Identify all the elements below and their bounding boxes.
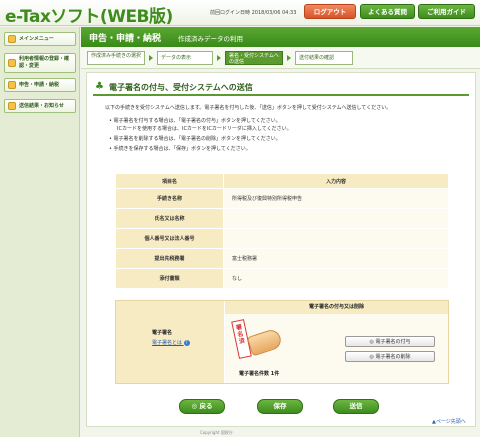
sidebar-item-label: 送信結果・お知らせ (19, 103, 64, 109)
table-header-row: 項目名 入力内容 (115, 173, 449, 189)
procedure-info-table: 項目名 入力内容 手続き名称 所得税及び復興特別所得税申告 氏名又は名称 個人番… (115, 173, 449, 289)
row-value: 所得税及び復興特別所得税申告 (223, 188, 449, 209)
table-row: 手続き名称 所得税及び復興特別所得税申告 (115, 188, 449, 209)
sidebar-item-user-info[interactable]: 利用者情報の登録・確認・変更 (4, 53, 76, 73)
table-row: 個人番号又は法人番号 (115, 228, 449, 249)
step-4: 送付結果の確認 (295, 51, 353, 65)
main-content: ♣ 電子署名の付与、受付システムへの送信 以下の手続きを受付システムへ送信します… (86, 72, 476, 427)
signature-header: 電子署名の付与又は削除 (224, 301, 448, 314)
signature-count: 電子署名件数 1件 (239, 371, 280, 377)
add-signature-button[interactable]: ◎ 電子署名の付与 (345, 336, 435, 347)
table-row: 添付書類 なし (115, 268, 449, 289)
delete-signature-button[interactable]: ◎ 電子署名の削除 (345, 351, 435, 362)
faq-button[interactable]: よくある質問 (360, 4, 415, 19)
step-1: 作成済み手続きの選択 (87, 51, 145, 65)
table-row: 提出先税務署 富士税務署 (115, 248, 449, 269)
document-icon (8, 81, 16, 89)
row-label: 氏名又は名称 (115, 208, 224, 229)
row-value (223, 208, 449, 229)
signature-label-cell: 電子署名 電子署名とは ? (116, 301, 224, 383)
title-bar: 申告・申請・納税 作成済みデータの利用 (81, 27, 480, 47)
app-header: e-Taxソフト(WEB版) 前回ログイン日時 2018/03/06 04:33… (0, 0, 480, 27)
page-top-link[interactable]: ▲ページ先頭へ (432, 418, 466, 425)
mail-icon (8, 102, 16, 110)
row-label: 個人番号又は法人番号 (115, 228, 224, 249)
stamp-handle-icon (246, 327, 284, 357)
what-is-signature-link[interactable]: 電子署名とは ? (152, 339, 190, 346)
save-button[interactable]: 保存 (257, 399, 303, 414)
row-label: 提出先税務署 (115, 248, 224, 269)
logout-button[interactable]: ログアウト (304, 4, 356, 19)
signature-panel: 電子署名 電子署名とは ? 電子署名の付与又は削除 署名済 電子署名件数 1件 … (115, 300, 449, 384)
send-button[interactable]: 送信 (333, 399, 379, 414)
sidebar-item-label: 利用者情報の登録・確認・変更 (19, 56, 70, 69)
page-heading: ♣ 電子署名の付与、受付システムへの送信 (93, 79, 469, 96)
sidebar-item-main-menu[interactable]: メインメニュー (4, 32, 76, 46)
step-2: データの表示 (157, 51, 213, 65)
instruction-bullet: • 電子署名を付与する場合は、「電子署名の付与」ボタンを押してください。 (109, 118, 281, 124)
table-row: 氏名又は名称 (115, 208, 449, 229)
last-login-text: 前回ログイン日時 2018/03/06 04:33 (210, 10, 297, 16)
user-icon (8, 59, 16, 67)
copyright-footer: Copyright 国税庁 (200, 430, 233, 435)
sidebar-item-label: 申告・申請・納税 (19, 82, 60, 88)
row-value (223, 228, 449, 249)
signature-label: 電子署名 (152, 330, 173, 336)
sidebar-item-label: メインメニュー (19, 36, 54, 42)
sidebar-item-declaration[interactable]: 申告・申請・納税 (4, 78, 76, 92)
intro-text: 以下の手続きを受付システムへ送信します。電子署名を付与した後、「送信」ボタンを押… (105, 105, 392, 111)
step-arrow-icon (287, 55, 291, 61)
column-header-item: 項目名 (115, 173, 224, 189)
row-value: 富士税務署 (223, 248, 449, 269)
step-3-current: 署名・受付システムへの送信 (225, 51, 283, 65)
row-label: 手続き名称 (115, 188, 224, 209)
instruction-bullet: • 手続きを保存する場合は、「保存」ボタンを押してください。 (109, 146, 251, 152)
signature-action-cell: 署名済 電子署名件数 1件 ◎ 電子署名の付与 ◎ 電子署名の削除 (224, 314, 448, 383)
page-title: 電子署名の付与、受付システムへの送信 (109, 83, 253, 92)
row-value: なし (223, 268, 449, 289)
menu-icon (8, 35, 16, 43)
help-icon: ? (183, 339, 190, 346)
back-button[interactable]: ◎ 戻る (179, 399, 225, 414)
section-title: 申告・申請・納税 (89, 34, 162, 44)
instruction-bullet: ICカードを使用する場合は、ICカードをICカードリーダに挿入してください。 (117, 126, 292, 132)
step-arrow-icon (217, 55, 221, 61)
sidebar: メインメニュー 利用者情報の登録・確認・変更 申告・申請・納税 送信結果・お知ら… (0, 27, 80, 437)
step-arrow-icon (149, 55, 153, 61)
instruction-bullet: • 電子署名を削除する場合は、「電子署名の削除」ボタンを押してください。 (109, 136, 281, 142)
section-subtitle: 作成済みデータの利用 (178, 35, 243, 43)
row-label: 添付書類 (115, 268, 224, 289)
etax-logo: e-Taxソフト(WEB版) (5, 7, 173, 27)
step-indicator: 作成済み手続きの選択 データの表示 署名・受付システムへの送信 送付結果の確認 (81, 47, 480, 69)
clover-icon: ♣ (95, 81, 104, 92)
guide-button[interactable]: ご利用ガイド (418, 4, 475, 19)
column-header-value: 入力内容 (223, 173, 449, 189)
sidebar-item-results[interactable]: 送信結果・お知らせ (4, 99, 76, 113)
